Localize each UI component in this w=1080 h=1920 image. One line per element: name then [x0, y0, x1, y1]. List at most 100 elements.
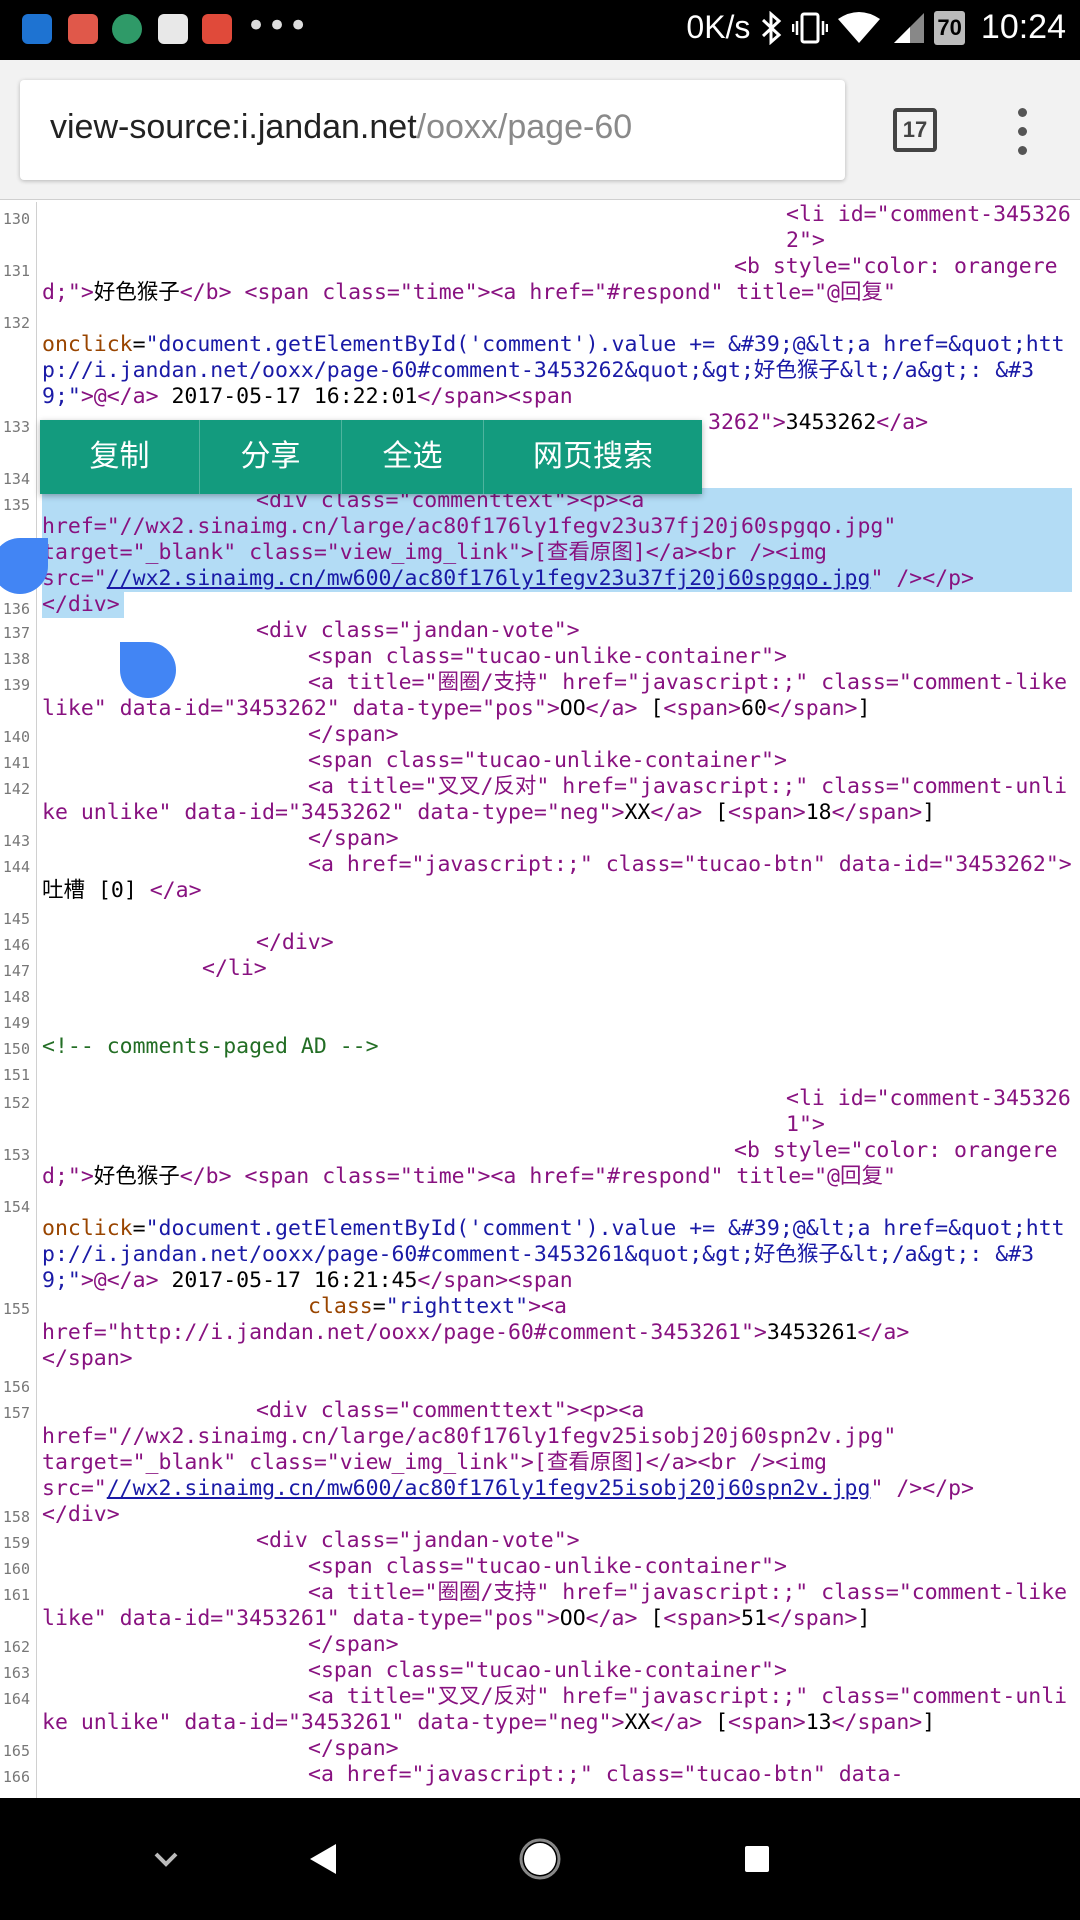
code-token: target="_blank" class="view_img_link">[查…	[42, 540, 827, 565]
bluetooth-icon	[762, 10, 782, 45]
line-number: 134	[2, 470, 30, 488]
web-search-button[interactable]: 网页搜索	[484, 420, 702, 494]
code-token: href="//wx2.sinaimg.cn/large/ac80f176ly1…	[42, 1424, 897, 1449]
code-token: </span>	[417, 384, 509, 409]
select-all-button[interactable]: 全选	[342, 420, 484, 494]
line-number: 150	[2, 1040, 30, 1058]
browser-toolbar: view-source:i.jandan.net/ooxx/page-60 17	[0, 60, 1080, 200]
mail-app-icon	[68, 14, 98, 44]
code-token: <span class="time">	[244, 280, 491, 305]
selection-start-handle[interactable]	[0, 538, 48, 594]
code-token: onclick	[42, 1216, 133, 1241]
code-token: </span>	[417, 1268, 509, 1293]
author-name: 好色猴子	[93, 1164, 180, 1189]
line-number: 133	[2, 418, 30, 436]
line-number: 156	[2, 1378, 30, 1396]
code-token: <span	[508, 384, 573, 409]
unlike-count: 18	[805, 800, 832, 825]
line-number: 159	[2, 1534, 30, 1552]
url-host: view-source:i.jandan.net	[50, 108, 417, 146]
hide-keyboard-icon[interactable]	[148, 1798, 184, 1920]
code-comment: <!-- comments-paged AD -->	[42, 1034, 379, 1059]
status-bar: ••• 0K/s 70 10:24	[0, 0, 1080, 60]
code-token: </div>	[42, 1502, 120, 1527]
line-number: 140	[2, 728, 30, 746]
code-token: <span class="tucao-unlike-container">	[308, 1658, 787, 1683]
code-token: onclick	[42, 332, 133, 357]
line-number: 162	[2, 1638, 30, 1656]
code-token: <span class="tucao-unlike-container">	[308, 748, 787, 773]
code-token: </b>	[179, 1164, 232, 1189]
line-number: 135	[2, 496, 30, 514]
code-token: </div>	[42, 592, 120, 617]
author-name: 好色猴子	[93, 280, 180, 305]
code-token: <span class="tucao-unlike-container">	[308, 1554, 787, 1579]
line-number: 154	[2, 1198, 30, 1216]
image-link[interactable]: //wx2.sinaimg.cn/mw600/ac80f176ly1fegv25…	[107, 1476, 871, 1501]
code-token: <div class="jandan-vote">	[256, 618, 580, 643]
address-bar[interactable]: view-source:i.jandan.net/ooxx/page-60	[20, 80, 845, 180]
code-token: <span class="tucao-unlike-container">	[308, 644, 787, 669]
code-token: <a href="javascript:;" class="tucao-btn"…	[308, 852, 1072, 877]
recents-icon[interactable]	[742, 1798, 772, 1920]
code-token: <div class="jandan-vote">	[256, 1528, 580, 1553]
more-notifications-icon: •••	[246, 6, 310, 46]
share-button[interactable]: 分享	[200, 420, 342, 494]
line-number: 131	[2, 262, 30, 280]
like-count: 60	[741, 696, 767, 721]
url-path: /ooxx/page-60	[416, 108, 633, 146]
line-number: 161	[2, 1586, 30, 1604]
tab-switcher-button[interactable]: 17	[893, 108, 937, 152]
like-label: OO	[559, 696, 586, 721]
line-number: 157	[2, 1404, 30, 1422]
line-number: 163	[2, 1664, 30, 1682]
line-number: 138	[2, 650, 30, 668]
network-speed: 0K/s	[686, 9, 751, 45]
line-number: 153	[2, 1146, 30, 1164]
copy-button[interactable]: 复制	[40, 420, 200, 494]
timestamp: 2017-05-17 16:22:01	[158, 384, 418, 409]
selected-text[interactable]: <div class="commenttext"><p><a href="//wx…	[42, 488, 1072, 592]
image-link[interactable]: //wx2.sinaimg.cn/mw600/ac80f176ly1fegv23…	[107, 566, 871, 591]
timestamp: 2017-05-17 16:21:45	[158, 1268, 418, 1293]
line-number: 160	[2, 1560, 30, 1578]
selection-end-handle[interactable]	[120, 642, 176, 698]
url-text[interactable]: view-source:i.jandan.net/ooxx/page-60	[50, 108, 632, 147]
code-token: </a>	[876, 410, 929, 435]
line-number: 166	[2, 1768, 30, 1786]
code-token: 3262">	[708, 410, 786, 435]
system-navigation-bar	[0, 1798, 1080, 1920]
comment-id: 3453262	[785, 410, 877, 435]
unlike-count: 13	[805, 1710, 832, 1735]
code-token: src="	[42, 1476, 107, 1501]
battery-level: 70	[934, 10, 965, 45]
home-icon[interactable]	[518, 1798, 562, 1920]
code-token: </li>	[202, 956, 267, 981]
tool-app-icon	[202, 14, 232, 44]
code-token: <li id="comment-3453262">	[786, 202, 1071, 253]
line-number: 165	[2, 1742, 30, 1760]
line-number: 149	[2, 1014, 30, 1032]
line-number: 151	[2, 1066, 30, 1084]
book-app-icon	[158, 14, 188, 44]
code-token: " /></p>	[870, 1476, 974, 1501]
code-token: <li id="comment-3453261">	[786, 1086, 1071, 1137]
line-number: 142	[2, 780, 30, 798]
line-number: 147	[2, 962, 30, 980]
unlike-label: XX	[624, 1710, 651, 1735]
back-icon[interactable]	[306, 1798, 342, 1920]
line-number: 148	[2, 988, 30, 1006]
like-count: 51	[741, 1606, 767, 1631]
code-token: <div class="commenttext"><p><a	[256, 1398, 645, 1423]
line-number: 158	[2, 1508, 30, 1526]
overflow-menu-icon[interactable]	[1010, 104, 1034, 164]
code-token: <span class="time">	[244, 1164, 491, 1189]
code-token: href="http://i.jandan.net/ooxx/page-60#c…	[42, 1320, 767, 1345]
code-token: href="//wx2.sinaimg.cn/large/ac80f176ly1…	[42, 514, 897, 539]
code-token: <a href="javascript:;" class="tucao-btn"…	[308, 1762, 904, 1787]
code-token: </a>	[106, 384, 159, 409]
code-token: <a href="#respond" title="@回复"	[490, 280, 896, 305]
code-token: <span	[508, 1268, 573, 1293]
comment-id: 3453261	[766, 1320, 858, 1345]
line-number: 152	[2, 1094, 30, 1112]
